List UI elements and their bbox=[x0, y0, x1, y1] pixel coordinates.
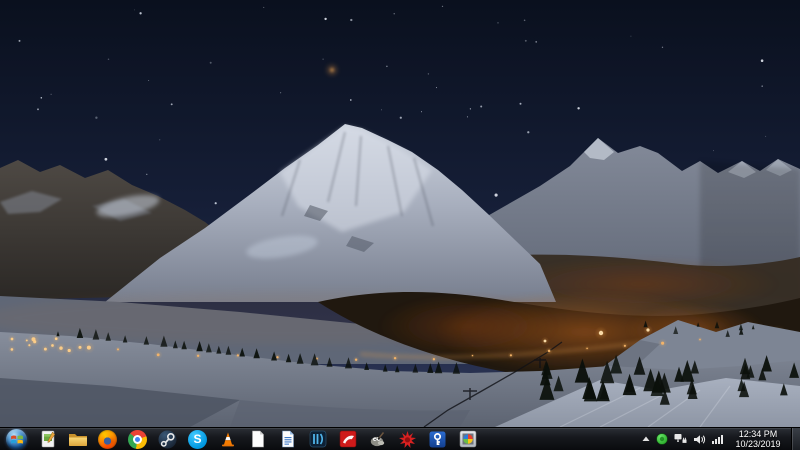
media-app-icon bbox=[309, 430, 327, 448]
clock-time: 12:34 PM bbox=[739, 429, 778, 440]
taskbar-app-text-document[interactable] bbox=[244, 428, 271, 450]
tray-volume[interactable] bbox=[693, 434, 706, 445]
photo-viewer-icon bbox=[459, 430, 477, 448]
vlc-cone-icon bbox=[219, 431, 237, 448]
taskbar-app-image-editor[interactable] bbox=[34, 428, 61, 450]
show-hidden-icons-button[interactable] bbox=[642, 436, 650, 442]
taskbar-app-skype[interactable]: S bbox=[184, 428, 211, 450]
paint-splatter-icon bbox=[398, 430, 417, 449]
document-icon bbox=[250, 430, 265, 448]
tray-status-green[interactable] bbox=[656, 433, 668, 445]
chrome-icon bbox=[128, 430, 147, 449]
system-tray: 12:34 PM 10/23/2019 bbox=[642, 428, 800, 450]
signal-bars-icon bbox=[712, 434, 725, 444]
taskbar-app-gimp[interactable] bbox=[364, 428, 391, 450]
taskbar-app-steam[interactable] bbox=[154, 428, 181, 450]
taskbar-clock[interactable]: 12:34 PM 10/23/2019 bbox=[731, 429, 785, 450]
taskbar-app-photo-viewer[interactable] bbox=[454, 428, 481, 450]
desktop[interactable]: S bbox=[0, 0, 800, 450]
chevron-up-icon bbox=[642, 436, 650, 442]
taskbar-app-writer-document[interactable] bbox=[274, 428, 301, 450]
taskbar-app-firefox[interactable] bbox=[94, 428, 121, 450]
taskbar-pinned-apps: S bbox=[34, 428, 481, 450]
tray-network[interactable] bbox=[674, 433, 687, 445]
taskbar-app-chrome[interactable] bbox=[124, 428, 151, 450]
firefox-icon bbox=[98, 430, 117, 449]
show-desktop-button[interactable] bbox=[791, 428, 800, 450]
tray-signal[interactable] bbox=[712, 434, 725, 444]
folder-icon bbox=[68, 431, 88, 447]
clock-date: 10/23/2019 bbox=[735, 439, 780, 450]
taskbar-app-paint-splatter[interactable] bbox=[394, 428, 421, 450]
taskbar-app-file-explorer[interactable] bbox=[64, 428, 91, 450]
windows-logo-icon bbox=[6, 429, 27, 450]
taskbar-app-vlc[interactable] bbox=[214, 428, 241, 450]
key-icon bbox=[429, 431, 446, 448]
speaker-icon bbox=[693, 434, 706, 445]
text-lines-document-icon bbox=[280, 430, 295, 448]
sketchup-icon bbox=[339, 430, 357, 448]
start-button[interactable] bbox=[2, 428, 31, 450]
taskbar-app-keepass[interactable] bbox=[424, 428, 451, 450]
wallpaper-image bbox=[0, 0, 800, 427]
green-status-icon bbox=[656, 433, 668, 445]
image-editor-icon bbox=[40, 430, 56, 448]
skype-icon: S bbox=[188, 430, 207, 449]
network-icon bbox=[674, 433, 687, 445]
taskbar-app-media[interactable] bbox=[304, 428, 331, 450]
steam-icon bbox=[158, 430, 177, 449]
taskbar-app-sketchup[interactable] bbox=[334, 428, 361, 450]
gimp-icon bbox=[368, 430, 387, 448]
taskbar: S bbox=[0, 427, 800, 450]
